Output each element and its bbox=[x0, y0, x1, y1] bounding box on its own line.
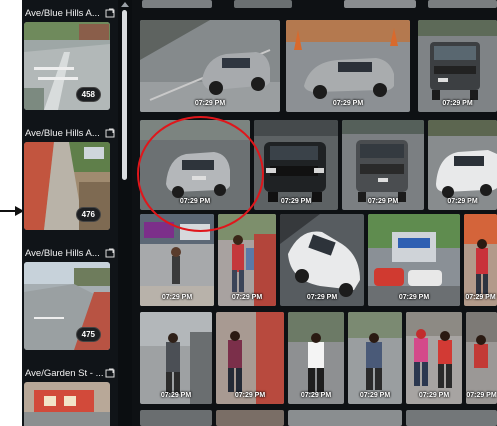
timestamp-label: 07:29 PM bbox=[231, 294, 263, 301]
camera-title-text: Ave/Garden St - ... bbox=[25, 367, 104, 379]
timestamp-label: 07:29 PM bbox=[179, 198, 211, 205]
timestamp-label: 07:29 PM bbox=[418, 392, 450, 399]
timestamp-label: 07:29 PM bbox=[194, 100, 226, 107]
detection-tile[interactable]: 07:29 PM bbox=[140, 20, 280, 112]
export-icon[interactable] bbox=[105, 8, 115, 18]
timestamp-label: 07:29 PM bbox=[465, 294, 496, 301]
camera-card[interactable]: Ave/Blue Hills A... 458 bbox=[22, 2, 118, 120]
camera-title-text: Ave/Blue Hills A... bbox=[25, 127, 100, 139]
timestamp-label: 07:29 PM bbox=[367, 198, 399, 205]
camera-thumbnail[interactable]: 458 bbox=[24, 22, 110, 110]
timestamp-label: 07:29 PM bbox=[234, 392, 266, 399]
detection-tile[interactable] bbox=[428, 0, 497, 8]
detection-tile[interactable] bbox=[234, 0, 292, 8]
timestamp-label: 07:29 PM bbox=[332, 100, 364, 107]
camera-title-text: Ave/Blue Hills A... bbox=[25, 7, 100, 19]
detection-tile[interactable]: 07:29 PM bbox=[342, 120, 424, 210]
detection-tile[interactable]: 07:29 PM bbox=[368, 214, 460, 306]
camera-thumbnail[interactable]: 476 bbox=[24, 142, 110, 230]
detection-tile[interactable]: 07:29 PM bbox=[140, 120, 250, 210]
detection-tile[interactable]: 07:29 PM bbox=[348, 312, 402, 404]
export-icon[interactable] bbox=[105, 128, 115, 138]
camera-title: Ave/Garden St - ... bbox=[25, 366, 115, 380]
detection-tile[interactable] bbox=[288, 410, 402, 426]
timestamp-label: 07:29 PM bbox=[306, 294, 338, 301]
timestamp-label: 07:29 PM bbox=[161, 294, 193, 301]
camera-title: Ave/Blue Hills A... bbox=[25, 126, 115, 140]
export-icon[interactable] bbox=[105, 248, 115, 258]
timestamp-label: 07:29 PM bbox=[447, 198, 478, 205]
detection-tile[interactable]: 07:29 PM bbox=[418, 20, 497, 112]
timestamp-label: 07:29 PM bbox=[280, 198, 312, 205]
timestamp-label: 07:29 PM bbox=[160, 392, 192, 399]
camera-thumbnail[interactable]: 475 bbox=[24, 262, 110, 350]
detection-tile[interactable] bbox=[140, 410, 212, 426]
camera-card[interactable]: Ave/Blue Hills A... 476 bbox=[22, 122, 118, 240]
detection-tile[interactable]: 07:29 PM bbox=[140, 214, 214, 306]
timestamp-label: 07:29 PM bbox=[359, 392, 391, 399]
detection-tile[interactable] bbox=[142, 0, 212, 8]
camera-card[interactable]: Ave/Blue Hills A... 475 bbox=[22, 242, 118, 360]
detection-tile[interactable]: 07:29 PM bbox=[216, 312, 284, 404]
timestamp-label: 07:29 PM bbox=[300, 392, 332, 399]
detection-tile[interactable]: 07:29 PM bbox=[280, 214, 364, 306]
detection-tile[interactable]: 07:29 PM bbox=[286, 20, 410, 112]
detection-tile[interactable]: 07:29 PM bbox=[254, 120, 338, 210]
detection-tile[interactable]: 07:29 PM bbox=[428, 120, 497, 210]
camera-card[interactable]: Ave/Garden St - ... bbox=[22, 362, 118, 426]
detection-tile[interactable]: 07:29 PM bbox=[466, 312, 497, 404]
vertical-scrollbar[interactable] bbox=[118, 0, 132, 426]
camera-title: Ave/Blue Hills A... bbox=[25, 246, 115, 260]
timestamp-label: 07:29 PM bbox=[466, 392, 497, 399]
scroll-up-arrow-icon[interactable] bbox=[121, 2, 129, 7]
detection-count-badge: 476 bbox=[75, 207, 101, 222]
detection-tile[interactable]: 07:29 PM bbox=[288, 312, 344, 404]
camera-list-sidebar: Ave/Blue Hills A... 458 Ave/Blue Hills A… bbox=[22, 0, 118, 426]
detection-count-badge: 458 bbox=[75, 87, 101, 102]
timestamp-label: 07:29 PM bbox=[398, 294, 430, 301]
arrow-pointer-icon bbox=[0, 206, 24, 216]
detection-tile[interactable]: 07:29 PM bbox=[140, 312, 212, 404]
detection-tile[interactable] bbox=[406, 410, 497, 426]
detection-tile[interactable] bbox=[344, 0, 416, 8]
scrollbar-thumb[interactable] bbox=[122, 10, 127, 180]
detection-tile[interactable]: 07:29 PM bbox=[218, 214, 276, 306]
detection-count-badge: 475 bbox=[75, 327, 101, 342]
detection-tile[interactable]: 07:29 PM bbox=[406, 312, 462, 404]
timestamp-label: 07:29 PM bbox=[442, 100, 473, 107]
camera-thumbnail[interactable] bbox=[24, 382, 110, 426]
detection-tile[interactable]: 07:29 PM bbox=[464, 214, 497, 306]
camera-title-text: Ave/Blue Hills A... bbox=[25, 247, 100, 259]
detection-tile[interactable] bbox=[216, 410, 284, 426]
detection-grid: 07:29 PM 07:29 PM 07:29 PM 07:29 PM 07:2… bbox=[132, 0, 497, 426]
export-icon[interactable] bbox=[105, 368, 115, 378]
camera-title: Ave/Blue Hills A... bbox=[25, 6, 115, 20]
